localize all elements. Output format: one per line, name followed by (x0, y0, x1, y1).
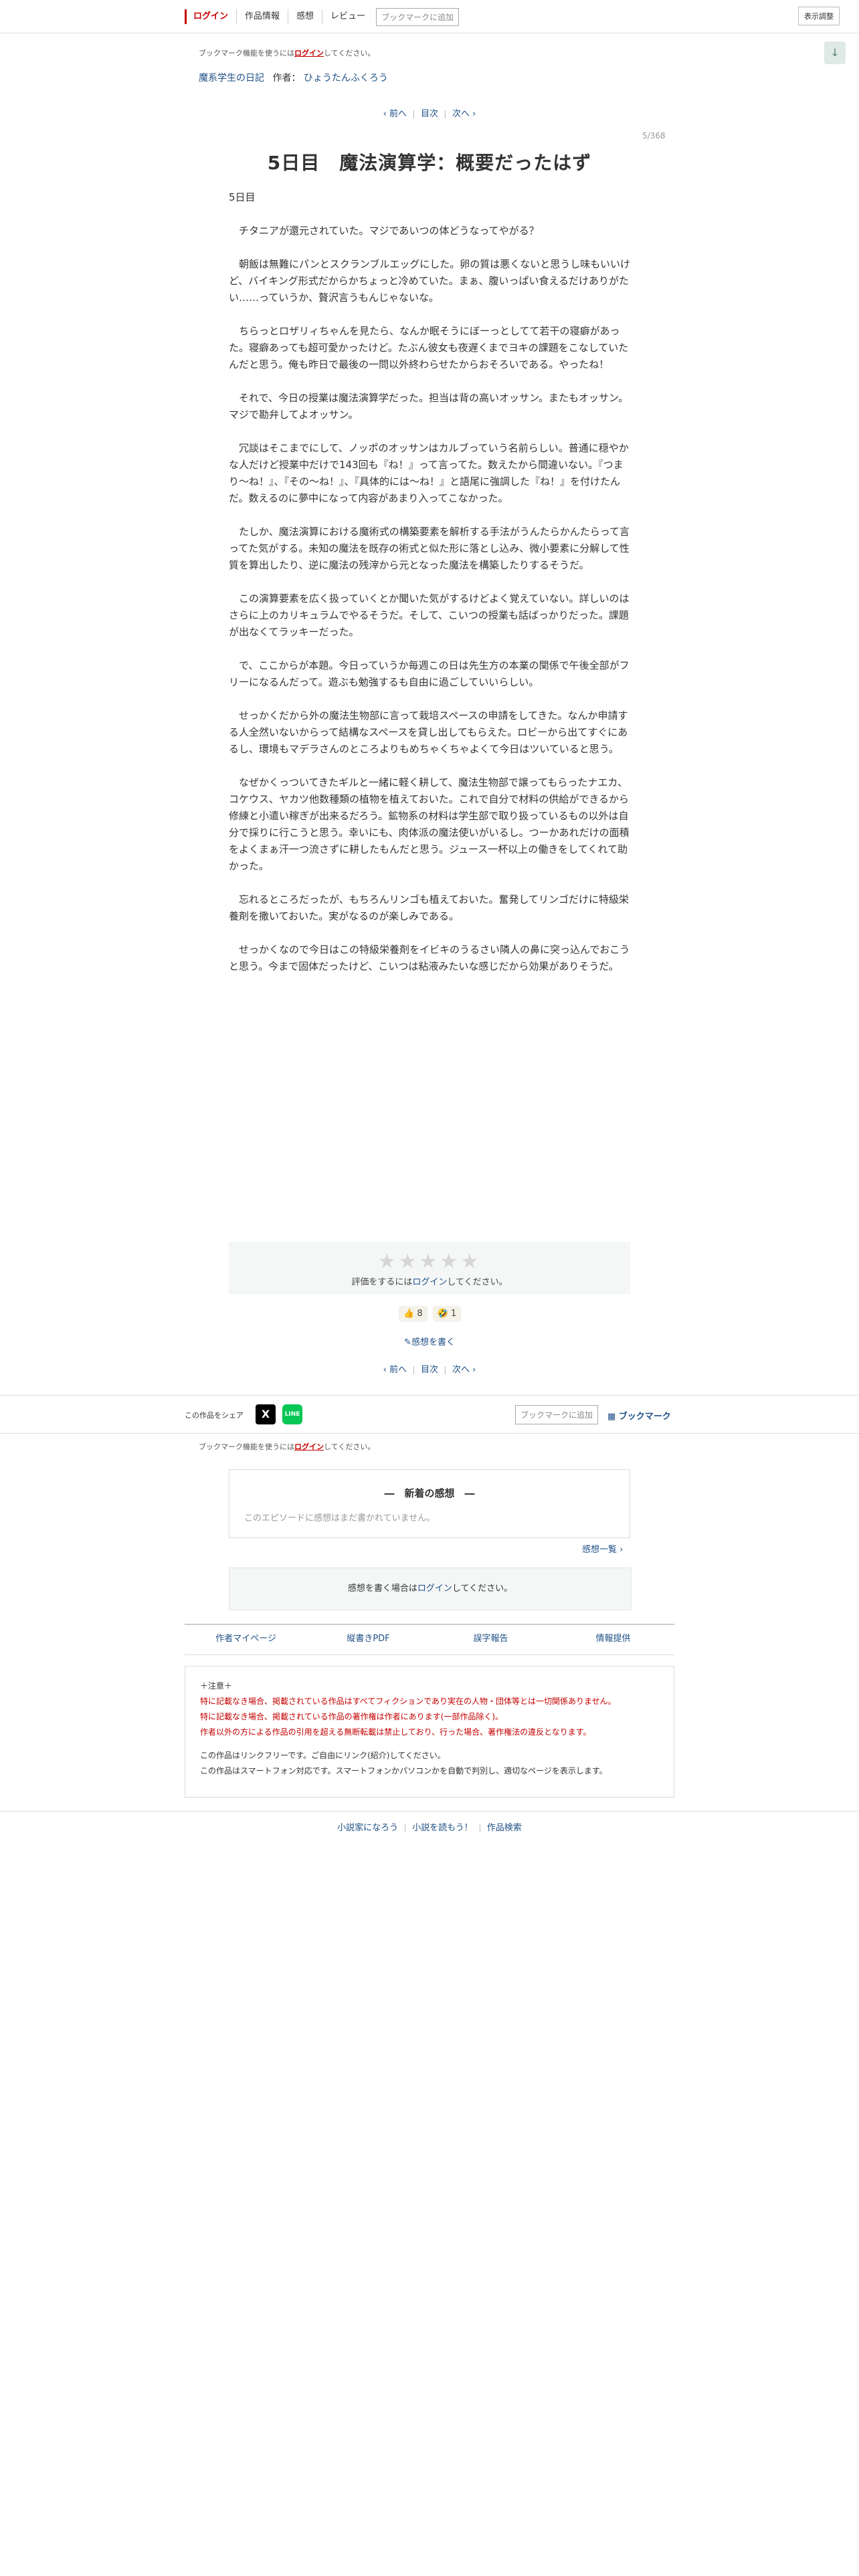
notice-red-line: 特に記載なき場合、掲載されている作品はすべてフィクションであり実在の人物・団体等… (200, 1697, 616, 1706)
top-nav: ログイン 作品情報 感想 レビュー ブックマークに追加 (185, 5, 460, 28)
notice-gray-line: この作品はリンクフリーです。ご自由にリンク(紹介)してください。 (200, 1751, 446, 1760)
footer-link-bar: 作者マイページ 縦書きPDF 誤字報告 情報提供 (185, 1624, 674, 1655)
pager-top: ‹ 前へ 目次 次へ › (0, 106, 859, 119)
bookmark-link[interactable]: ▦ ブックマーク (607, 1409, 671, 1422)
info-provide-link[interactable]: 情報提供 (595, 1634, 630, 1644)
thumbs-up-icon: 👍 (403, 1309, 415, 1319)
paragraph: なぜかくっついてきたギルと一緒に軽く耕して、魔法生物部で譲ってもらったナエカ、コ… (229, 776, 630, 872)
bookmark-login-note: ブックマーク機能を使うにはログインしてください。 (199, 47, 375, 58)
scroll-down-icon[interactable]: ↓ (824, 41, 846, 64)
rating-login-link[interactable]: ログイン (412, 1277, 447, 1287)
toc-link[interactable]: 目次 (421, 109, 438, 119)
vertical-pdf-link[interactable]: 縦書きPDF (347, 1634, 389, 1644)
note-suffix: してください。 (324, 49, 375, 58)
x-share-icon[interactable]: X (256, 1404, 276, 1424)
write-suffix: してください。 (452, 1584, 513, 1594)
search-link[interactable]: 作品検索 (487, 1823, 522, 1833)
prev-link[interactable]: ‹ 前へ (383, 1365, 407, 1375)
rating-stars-icon[interactable]: ★★★★★ (229, 1250, 630, 1273)
note-login-link[interactable]: ログイン (294, 49, 324, 58)
author-mypage-link[interactable]: 作者マイページ (215, 1634, 276, 1644)
rating-suffix: してください。 (447, 1277, 508, 1287)
latest-kansou-box: ― 新着の感想 ― このエピソードに感想はまだ書かれていません。 (229, 1469, 630, 1538)
paragraph: ちらっとロザリィちゃんを見たら、なんか眠そうにぼーっとしてて若干の寝癖があった。… (229, 325, 629, 370)
bottom-links: 小説家になろう 小説を読もう！ 作品検索 (0, 1820, 859, 1833)
typo-report-link[interactable]: 誤字報告 (473, 1634, 508, 1644)
rating-prefix: 評価をするには (351, 1277, 413, 1287)
rating-box: ★★★★★ 評価をするにはログインしてください。 (229, 1242, 630, 1294)
author-label: 作者： (272, 73, 301, 84)
series-title-link[interactable]: 魔系学生の日記 (199, 73, 264, 84)
paragraph: それで、今日の授業は魔法演算学だった。担当は背の高いオッサン。またもオッサン。マ… (229, 392, 629, 421)
reaction-laugh[interactable]: 🤣 1 (432, 1306, 462, 1321)
write-prefix: 感想を書く場合は (347, 1584, 417, 1594)
paragraph: せっかくなので今日はこの特級栄養剤をイビキのうるさい隣人の鼻に突っ込んでおこうと… (229, 944, 630, 972)
pager-bottom: ‹ 前へ 目次 次へ › (0, 1362, 859, 1375)
note-prefix: ブックマーク機能を使うには (199, 1442, 294, 1451)
nav-work-info[interactable]: 作品情報 (236, 9, 288, 24)
note-login-link[interactable]: ログイン (294, 1442, 324, 1451)
toc-link[interactable]: 目次 (421, 1365, 438, 1375)
note-prefix: ブックマーク機能を使うには (199, 49, 294, 58)
display-settings-button[interactable]: 表示調整 (798, 7, 840, 25)
notice-red-line: 特に記載なき場合、掲載されている作品の著作権は作者にあります(一部作品除く)。 (200, 1712, 504, 1721)
paragraph: 忘れるところだったが、もちろんリンゴも植えておいた。奮発してリンゴだけに特級栄養… (229, 893, 630, 922)
bookmark-add-button[interactable]: ブックマークに追加 (515, 1405, 599, 1424)
paragraph: せっかくだから外の魔法生物部に言って栽培スペースの申請をしてきた。なんか申請する… (229, 710, 628, 755)
series-info: 魔系学生の日記 作者： ひょうたんふくろう (199, 71, 388, 84)
nav-kansou[interactable]: 感想 (288, 9, 322, 24)
write-login-link[interactable]: ログイン (417, 1584, 452, 1594)
bottom-divider (0, 1811, 859, 1812)
reaction-thumbs-up[interactable]: 👍 8 (399, 1306, 427, 1321)
notice-title: ＋注意＋ (200, 1681, 233, 1691)
paragraph: この演算要素を広く扱っていくとか聞いた気がするけどよく覚えていない。詳しいのはさ… (229, 593, 630, 638)
write-kansou-row: ✎感想を書く (0, 1335, 859, 1348)
episode-title: 5日目 魔法演算学：概要だったはず (267, 152, 592, 174)
narou-link[interactable]: 小説家になろう (337, 1823, 398, 1833)
notice-red-line: 作者以外の方による作品の引用を超える無断転載は禁止しており、行った場合、著作権法… (200, 1727, 591, 1737)
reaction-count: 8 (417, 1309, 423, 1319)
login-link[interactable]: ログイン (185, 9, 236, 24)
top-bar: ログイン 作品情報 感想 レビュー ブックマークに追加 表示調整 (0, 0, 859, 33)
bookmark-add-button[interactable]: ブックマークに追加 (376, 7, 460, 26)
next-link[interactable]: 次へ › (452, 1365, 476, 1375)
episode-body: 5日目 チタニアが還元されていた。マジであいつの体どうなってやがる？ 朝飯は無難… (229, 189, 630, 992)
reaction-list: 👍 8 🤣 1 (399, 1306, 462, 1321)
notice-box: ＋注意＋ 特に記載なき場合、掲載されている作品はすべてフィクションであり実在の人… (185, 1666, 674, 1798)
kansou-list-link[interactable]: 感想一覧 › (582, 1542, 623, 1555)
page-number: 5/368 (642, 131, 666, 140)
nav-review[interactable]: レビュー (322, 9, 373, 24)
bookmark-login-note-2: ブックマーク機能を使うにはログインしてください。 (199, 1441, 375, 1452)
paragraph: たしか、魔法演算における魔術式の構築要素を解析する手法がうんたらかんたらって言っ… (229, 526, 630, 571)
note-suffix: してください。 (324, 1442, 375, 1451)
notice-gray-line: この作品はスマートフォン対応です。スマートフォンかパソコンかを自動で判別し、適切… (200, 1766, 607, 1776)
latest-kansou-heading: ― 新着の感想 ― (384, 1487, 475, 1499)
laugh-icon: 🤣 (437, 1309, 448, 1319)
share-bar: この作品をシェア X LINE ブックマークに追加 ▦ ブックマーク (0, 1395, 859, 1434)
next-link[interactable]: 次へ › (452, 109, 476, 119)
paragraph: 朝飯は無難にパンとスクランブルエッグにした。卵の質は悪くないと思うし味もいいけど… (229, 258, 631, 304)
paragraph: 冗談はそこまでにして、ノッポのオッサンはカルブっていう名前らしい。普通に穏やかな… (229, 442, 629, 504)
write-kansou-login-box: 感想を書く場合はログインしてください。 (229, 1568, 632, 1610)
episode-subtitle: 5日目 (229, 191, 256, 203)
latest-kansou-empty: このエピソードに感想はまだ書かれていません。 (244, 1513, 436, 1523)
paragraph: で、ここからが本題。今日っていうか毎週この日は先生方の本業の関係で午後全部がフリ… (229, 659, 630, 688)
prev-link[interactable]: ‹ 前へ (383, 109, 407, 119)
paragraph: チタニアが還元されていた。マジであいつの体どうなってやがる？ (229, 225, 539, 237)
write-kansou-link[interactable]: ✎感想を書く (404, 1337, 455, 1348)
yomou-link[interactable]: 小説を読もう！ (412, 1823, 473, 1833)
author-link[interactable]: ひょうたんふくろう (304, 73, 388, 84)
share-label: この作品をシェア (185, 1411, 244, 1420)
reaction-count: 1 (450, 1309, 457, 1319)
line-share-icon[interactable]: LINE (282, 1404, 302, 1424)
rating-login-note: 評価をするにはログインしてください。 (229, 1275, 630, 1287)
